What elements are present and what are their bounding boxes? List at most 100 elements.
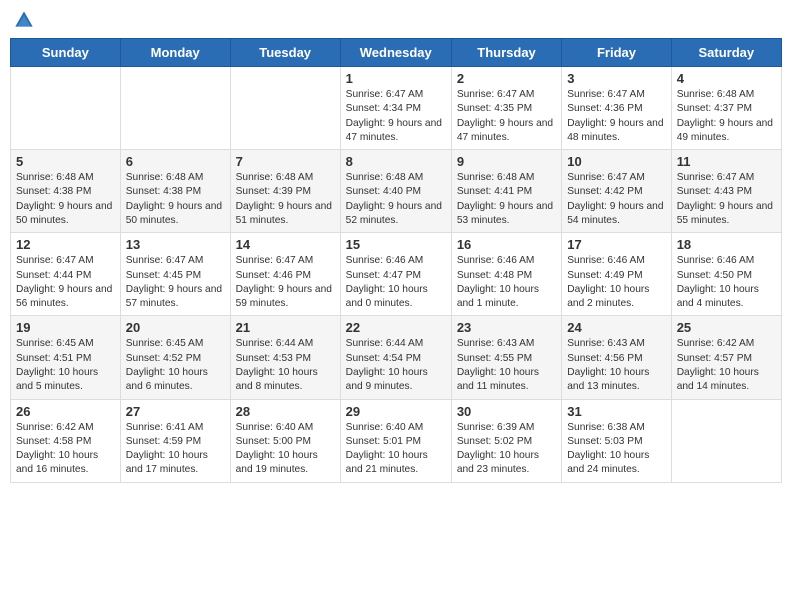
- day-info: Sunrise: 6:41 AM Sunset: 4:59 PM Dayligh…: [126, 421, 225, 478]
- calendar-body: 1Sunrise: 6:47 AM Sunset: 4:34 PM Daylig…: [11, 67, 782, 483]
- day-number: 2: [457, 71, 556, 86]
- day-number: 24: [567, 320, 665, 335]
- day-info: Sunrise: 6:40 AM Sunset: 5:00 PM Dayligh…: [236, 421, 335, 478]
- calendar-cell: 17 Sunrise: 6:46 AM Sunset: 4:49 PM Dayli…: [562, 233, 671, 316]
- calendar-cell: 4 Sunrise: 6:48 AM Sunset: 4:37 PM Daylig…: [671, 67, 781, 150]
- day-info: Sunrise: 6:47 AM Sunset: 4:46 PM Dayligh…: [236, 254, 335, 311]
- calendar-cell: 7Sunrise: 6:48 AM Sunset: 4:39 PM Daylig…: [230, 150, 340, 233]
- day-number: 26: [16, 404, 115, 419]
- day-number: 25: [677, 320, 776, 335]
- day-number: 11: [677, 154, 776, 169]
- day-number: 14: [236, 237, 335, 252]
- day-info: Sunrise: 6:43 AM Sunset: 4:55 PM Dayligh…: [457, 337, 556, 394]
- calendar-cell: 5Sunrise: 6:48 AM Sunset: 4:38 PM Daylig…: [11, 150, 121, 233]
- day-header-monday: Monday: [120, 39, 230, 67]
- day-number: 28: [236, 404, 335, 419]
- day-number: 30: [457, 404, 556, 419]
- day-info: Sunrise: 6:42 AM Sunset: 4:57 PM Dayligh…: [677, 337, 776, 394]
- calendar-cell: 31 Sunrise: 6:38 AM Sunset: 5:03 PM Dayli…: [562, 399, 671, 482]
- day-info: Sunrise: 6:47 AM Sunset: 4:43 PM Dayligh…: [677, 171, 776, 228]
- day-header-thursday: Thursday: [451, 39, 561, 67]
- calendar-cell: [671, 399, 781, 482]
- day-number: 9: [457, 154, 556, 169]
- calendar-cell: 28 Sunrise: 6:40 AM Sunset: 5:00 PM Dayli…: [230, 399, 340, 482]
- calendar-cell: 15 Sunrise: 6:46 AM Sunset: 4:47 PM Dayli…: [340, 233, 451, 316]
- calendar-cell: 25 Sunrise: 6:42 AM Sunset: 4:57 PM Dayli…: [671, 316, 781, 399]
- calendar-cell: 10Sunrise: 6:47 AM Sunset: 4:42 PM Dayli…: [562, 150, 671, 233]
- calendar-cell: 6 Sunrise: 6:48 AM Sunset: 4:38 PM Daylig…: [120, 150, 230, 233]
- day-header-wednesday: Wednesday: [340, 39, 451, 67]
- day-number: 21: [236, 320, 335, 335]
- day-number: 13: [126, 237, 225, 252]
- day-number: 7: [236, 154, 335, 169]
- day-number: 19: [16, 320, 115, 335]
- calendar-cell: 21 Sunrise: 6:44 AM Sunset: 4:53 PM Dayli…: [230, 316, 340, 399]
- calendar-cell: 23 Sunrise: 6:43 AM Sunset: 4:55 PM Dayli…: [451, 316, 561, 399]
- calendar-cell: 19 Sunrise: 6:45 AM Sunset: 4:51 PM Dayli…: [11, 316, 121, 399]
- day-info: Sunrise: 6:48 AM Sunset: 4:41 PM Dayligh…: [457, 171, 556, 228]
- day-info: Sunrise: 6:47 AM Sunset: 4:44 PM Dayligh…: [16, 254, 115, 311]
- calendar-week-row: 5Sunrise: 6:48 AM Sunset: 4:38 PM Daylig…: [11, 150, 782, 233]
- calendar-cell: [230, 67, 340, 150]
- day-number: 4: [677, 71, 776, 86]
- day-info: Sunrise: 6:42 AM Sunset: 4:58 PM Dayligh…: [16, 421, 115, 478]
- day-info: Sunrise: 6:48 AM Sunset: 4:37 PM Dayligh…: [677, 88, 776, 145]
- calendar-cell: 12Sunrise: 6:47 AM Sunset: 4:44 PM Dayli…: [11, 233, 121, 316]
- day-info: Sunrise: 6:46 AM Sunset: 4:49 PM Dayligh…: [567, 254, 665, 311]
- page-header: [10, 10, 782, 30]
- day-number: 27: [126, 404, 225, 419]
- logo-icon: [14, 10, 34, 30]
- calendar-cell: [11, 67, 121, 150]
- day-header-tuesday: Tuesday: [230, 39, 340, 67]
- day-number: 8: [346, 154, 446, 169]
- calendar-cell: 2 Sunrise: 6:47 AM Sunset: 4:35 PM Daylig…: [451, 67, 561, 150]
- day-info: Sunrise: 6:46 AM Sunset: 4:48 PM Dayligh…: [457, 254, 556, 311]
- calendar-week-row: 19 Sunrise: 6:45 AM Sunset: 4:51 PM Dayli…: [11, 316, 782, 399]
- logo: [14, 10, 36, 30]
- day-info: Sunrise: 6:48 AM Sunset: 4:38 PM Dayligh…: [126, 171, 225, 228]
- day-info: Sunrise: 6:38 AM Sunset: 5:03 PM Dayligh…: [567, 421, 665, 478]
- day-info: Sunrise: 6:47 AM Sunset: 4:36 PM Dayligh…: [567, 88, 665, 145]
- calendar-cell: 11 Sunrise: 6:47 AM Sunset: 4:43 PM Dayli…: [671, 150, 781, 233]
- day-info: Sunrise: 6:44 AM Sunset: 4:53 PM Dayligh…: [236, 337, 335, 394]
- calendar-cell: 8 Sunrise: 6:48 AM Sunset: 4:40 PM Daylig…: [340, 150, 451, 233]
- day-info: Sunrise: 6:47 AM Sunset: 4:35 PM Dayligh…: [457, 88, 556, 145]
- day-info: Sunrise: 6:43 AM Sunset: 4:56 PM Dayligh…: [567, 337, 665, 394]
- day-header-sunday: Sunday: [11, 39, 121, 67]
- calendar-cell: 3 Sunrise: 6:47 AM Sunset: 4:36 PM Daylig…: [562, 67, 671, 150]
- day-number: 22: [346, 320, 446, 335]
- day-info: Sunrise: 6:46 AM Sunset: 4:47 PM Dayligh…: [346, 254, 446, 311]
- day-number: 31: [567, 404, 665, 419]
- day-info: Sunrise: 6:40 AM Sunset: 5:01 PM Dayligh…: [346, 421, 446, 478]
- day-info: Sunrise: 6:45 AM Sunset: 4:51 PM Dayligh…: [16, 337, 115, 394]
- day-info: Sunrise: 6:47 AM Sunset: 4:34 PM Dayligh…: [346, 88, 446, 145]
- calendar-cell: 26 Sunrise: 6:42 AM Sunset: 4:58 PM Dayli…: [11, 399, 121, 482]
- calendar-cell: 29 Sunrise: 6:40 AM Sunset: 5:01 PM Dayli…: [340, 399, 451, 482]
- calendar-cell: 30 Sunrise: 6:39 AM Sunset: 5:02 PM Dayli…: [451, 399, 561, 482]
- day-number: 15: [346, 237, 446, 252]
- day-number: 17: [567, 237, 665, 252]
- calendar-cell: 22Sunrise: 6:44 AM Sunset: 4:54 PM Dayli…: [340, 316, 451, 399]
- day-number: 18: [677, 237, 776, 252]
- day-number: 20: [126, 320, 225, 335]
- day-number: 29: [346, 404, 446, 419]
- calendar-cell: 16Sunrise: 6:46 AM Sunset: 4:48 PM Dayli…: [451, 233, 561, 316]
- calendar-table: SundayMondayTuesdayWednesdayThursdayFrid…: [10, 38, 782, 483]
- day-number: 23: [457, 320, 556, 335]
- day-info: Sunrise: 6:45 AM Sunset: 4:52 PM Dayligh…: [126, 337, 225, 394]
- day-info: Sunrise: 6:48 AM Sunset: 4:40 PM Dayligh…: [346, 171, 446, 228]
- calendar-week-row: 12Sunrise: 6:47 AM Sunset: 4:44 PM Dayli…: [11, 233, 782, 316]
- day-number: 3: [567, 71, 665, 86]
- calendar-cell: [120, 67, 230, 150]
- calendar-cell: 1Sunrise: 6:47 AM Sunset: 4:34 PM Daylig…: [340, 67, 451, 150]
- day-info: Sunrise: 6:39 AM Sunset: 5:02 PM Dayligh…: [457, 421, 556, 478]
- calendar-cell: 14 Sunrise: 6:47 AM Sunset: 4:46 PM Dayli…: [230, 233, 340, 316]
- day-number: 10: [567, 154, 665, 169]
- day-header-friday: Friday: [562, 39, 671, 67]
- day-info: Sunrise: 6:48 AM Sunset: 4:38 PM Dayligh…: [16, 171, 115, 228]
- calendar-cell: 20 Sunrise: 6:45 AM Sunset: 4:52 PM Dayli…: [120, 316, 230, 399]
- day-number: 6: [126, 154, 225, 169]
- day-header-saturday: Saturday: [671, 39, 781, 67]
- calendar-cell: 9 Sunrise: 6:48 AM Sunset: 4:41 PM Daylig…: [451, 150, 561, 233]
- calendar-cell: 24 Sunrise: 6:43 AM Sunset: 4:56 PM Dayli…: [562, 316, 671, 399]
